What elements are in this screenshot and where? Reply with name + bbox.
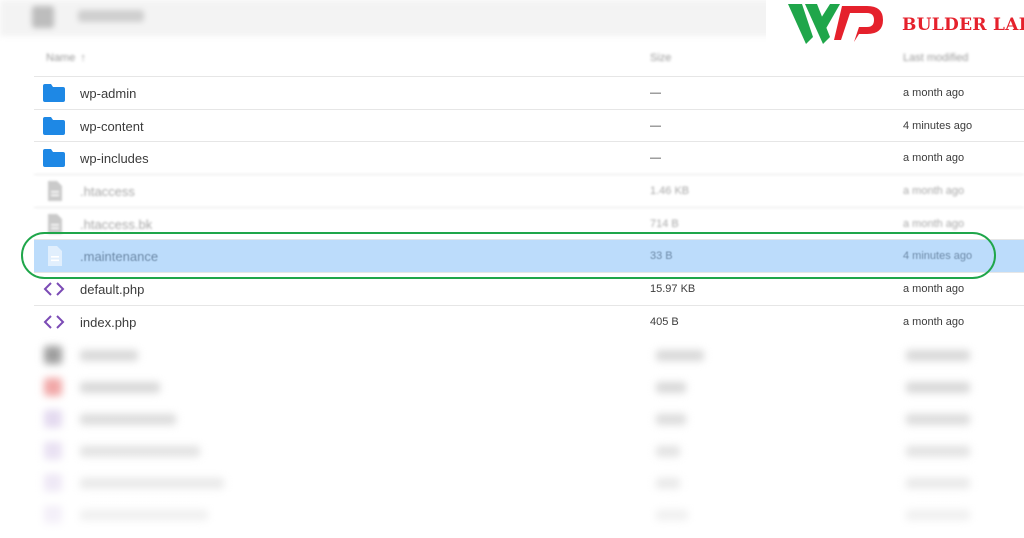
code-icon — [42, 279, 66, 299]
menu-icon[interactable] — [32, 6, 54, 28]
file-modified: a month ago — [903, 152, 965, 165]
code-icon — [42, 312, 66, 332]
file-row[interactable]: .htaccess 1.46 KB a month ago — [34, 174, 1024, 207]
folder-icon — [42, 116, 66, 136]
folder-icon — [42, 148, 66, 168]
file-name[interactable]: default.php — [80, 282, 144, 297]
file-icon — [42, 181, 66, 202]
column-header-name[interactable]: Name ↑ — [46, 52, 86, 64]
sort-arrow-icon[interactable]: ↑ — [80, 52, 86, 64]
file-size: 405 B — [650, 315, 679, 328]
file-modified: 4 minutes ago — [903, 119, 973, 132]
table-header: Name ↑ Size Last modified — [0, 40, 1024, 76]
file-size: — — [650, 152, 661, 165]
file-modified: a month ago — [903, 315, 965, 328]
file-modified: a month ago — [903, 87, 965, 99]
highlight-annotation — [21, 232, 996, 279]
file-modified: a month ago — [903, 185, 965, 198]
file-name[interactable]: .htaccess — [80, 184, 135, 199]
file-size: 714 B — [650, 217, 679, 230]
file-size: 15.97 KB — [650, 283, 696, 296]
column-header-size[interactable]: Size — [650, 52, 671, 64]
folder-icon — [42, 83, 66, 103]
column-header-modified[interactable]: Last modified — [903, 52, 968, 64]
file-name[interactable]: .htaccess.bk — [80, 217, 152, 232]
file-row[interactable]: index.php 405 B a month ago — [34, 304, 1024, 338]
file-modified: a month ago — [903, 217, 965, 230]
file-size: — — [650, 87, 661, 99]
logo-text: BULDER LAB — [902, 15, 1024, 35]
file-name[interactable]: index.php — [80, 315, 136, 330]
file-table: wp-admin — a month ago wp-content — 4 minutes… — [34, 76, 1024, 338]
breadcrumb[interactable] — [78, 10, 144, 22]
file-row[interactable]: wp-admin — a month ago — [34, 76, 1024, 109]
file-row[interactable]: wp-includes — a month ago — [34, 141, 1024, 174]
file-row[interactable]: wp-content — 4 minutes ago — [34, 108, 1024, 142]
file-name[interactable]: wp-includes — [80, 151, 149, 166]
file-icon — [42, 213, 66, 234]
file-name[interactable]: wp-admin — [80, 86, 136, 101]
file-name[interactable]: wp-content — [80, 119, 144, 134]
file-size: 1.46 KB — [650, 185, 690, 198]
file-modified: a month ago — [903, 283, 965, 296]
file-size: — — [650, 119, 661, 132]
